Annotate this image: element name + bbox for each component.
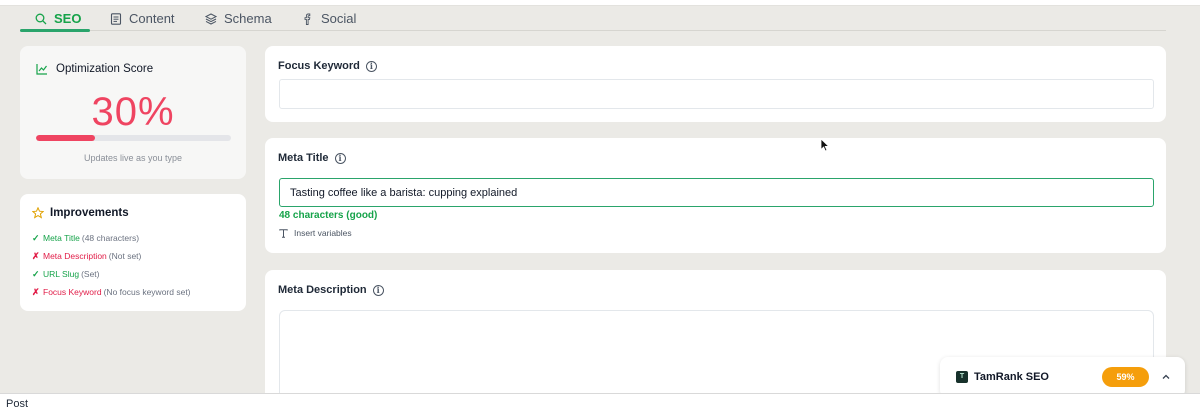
layers-icon <box>205 12 217 25</box>
score-title: Optimization Score <box>56 63 154 75</box>
footer-post-label: Post <box>6 398 29 410</box>
insert-variables-label: Insert variables <box>294 228 352 238</box>
meta-title-card: Meta Title i 48 characters (good) Insert… <box>265 138 1166 253</box>
focus-keyword-input[interactable] <box>279 79 1154 109</box>
score-heading: Optimization Score <box>36 63 153 75</box>
meta-description-label-row: Meta Description i <box>278 284 384 296</box>
improvements-title: Improvements <box>50 207 129 219</box>
improvement-detail: (Not set) <box>108 251 142 261</box>
info-icon[interactable]: i <box>372 284 384 296</box>
insert-variables-button[interactable]: Insert variables <box>279 228 352 238</box>
meta-title-label: Meta Title <box>278 152 329 164</box>
improvement-url-slug: ✓ URL Slug (Set) <box>32 265 191 283</box>
star-icon <box>32 207 44 219</box>
mouse-cursor-icon <box>820 138 830 152</box>
focus-keyword-card: Focus Keyword i <box>265 46 1166 122</box>
active-tab-indicator <box>20 29 90 32</box>
improvement-detail: (No focus keyword set) <box>103 287 191 297</box>
improvements-list: ✓ Meta Title (48 characters) ✗ Meta Desc… <box>32 229 191 301</box>
improvement-meta-description: ✗ Meta Description (Not set) <box>32 247 191 265</box>
meta-description-label: Meta Description <box>278 284 367 296</box>
text-type-icon <box>279 228 288 238</box>
optimization-score-card: Optimization Score 30% Updates live as y… <box>20 46 246 179</box>
meta-title-char-count: 48 characters (good) <box>279 210 378 221</box>
facebook-icon <box>304 13 311 25</box>
info-icon[interactable]: i <box>365 60 377 72</box>
improvement-meta-title: ✓ Meta Title (48 characters) <box>32 229 191 247</box>
improvement-label: Meta Title <box>43 233 80 243</box>
info-icon[interactable]: i <box>334 152 346 164</box>
tamrank-widget[interactable]: T TamRank SEO 59% <box>940 357 1185 393</box>
tab-content[interactable]: Content <box>110 6 175 31</box>
seo-panel: SEO Content Schema Social Optimization S… <box>0 0 1200 393</box>
tab-seo[interactable]: SEO <box>35 6 81 31</box>
focus-keyword-label: Focus Keyword <box>278 60 360 72</box>
chevron-up-icon[interactable] <box>1158 369 1174 385</box>
tab-bar: SEO Content Schema Social <box>20 6 1166 32</box>
improvement-label: Focus Keyword <box>43 287 102 297</box>
footer-bar: Post <box>0 393 1200 412</box>
meta-title-label-row: Meta Title i <box>278 152 346 164</box>
tab-social[interactable]: Social <box>302 6 356 31</box>
score-progress-bar <box>36 135 231 141</box>
tab-label: SEO <box>54 11 82 26</box>
focus-keyword-label-row: Focus Keyword i <box>278 60 377 72</box>
improvements-card: Improvements ✓ Meta Title (48 characters… <box>20 194 246 311</box>
search-icon <box>35 13 47 24</box>
improvement-detail: (48 characters) <box>81 233 140 243</box>
cross-icon: ✗ <box>32 250 40 261</box>
score-progress-fill <box>36 135 95 141</box>
tab-schema[interactable]: Schema <box>205 6 272 31</box>
cross-icon: ✗ <box>32 286 40 297</box>
score-value: 30% <box>91 90 175 134</box>
chart-line-icon <box>36 64 47 75</box>
document-icon <box>110 12 122 25</box>
widget-score-badge: 59% <box>1102 367 1149 387</box>
tab-label: Content <box>129 11 175 26</box>
tab-label: Schema <box>224 11 272 26</box>
improvement-label: URL Slug <box>43 269 80 279</box>
check-icon: ✓ <box>32 268 40 279</box>
tamrank-logo-icon: T <box>956 371 968 383</box>
improvements-heading: Improvements <box>32 207 129 219</box>
meta-title-input[interactable] <box>279 178 1154 207</box>
widget-name: TamRank SEO <box>974 371 1049 383</box>
score-note: Updates live as you type <box>83 153 183 163</box>
improvement-focus-keyword: ✗ Focus Keyword (No focus keyword set) <box>32 283 191 301</box>
tab-label: Social <box>321 11 357 26</box>
improvement-label: Meta Description <box>43 251 107 261</box>
improvement-detail: (Set) <box>81 269 100 279</box>
check-icon: ✓ <box>32 232 40 243</box>
